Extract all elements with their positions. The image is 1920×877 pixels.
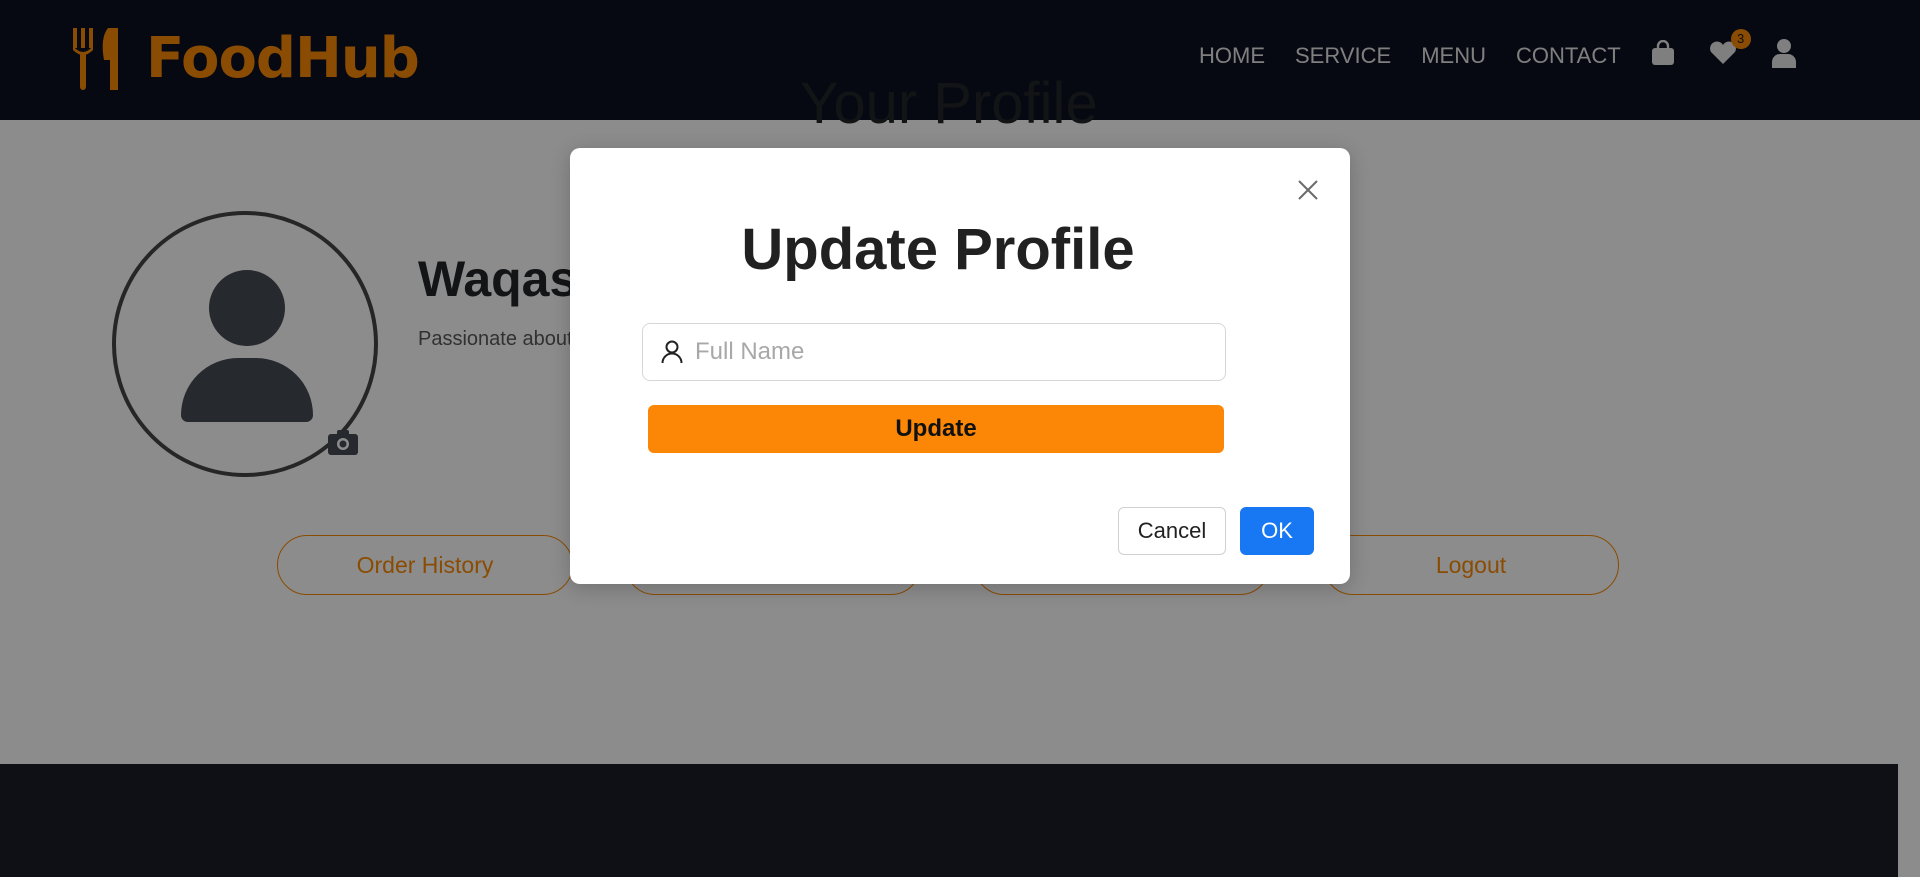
full-name-field[interactable] — [642, 323, 1226, 381]
update-profile-dialog: Update Profile Update Cancel OK — [570, 148, 1350, 584]
dialog-title: Update Profile — [741, 217, 1135, 282]
full-name-input[interactable] — [693, 337, 1197, 367]
update-button[interactable]: Update — [648, 405, 1224, 453]
user-outline-icon — [661, 340, 683, 364]
close-icon[interactable] — [1294, 176, 1322, 204]
cancel-button[interactable]: Cancel — [1118, 507, 1226, 555]
ok-button[interactable]: OK — [1240, 507, 1314, 555]
